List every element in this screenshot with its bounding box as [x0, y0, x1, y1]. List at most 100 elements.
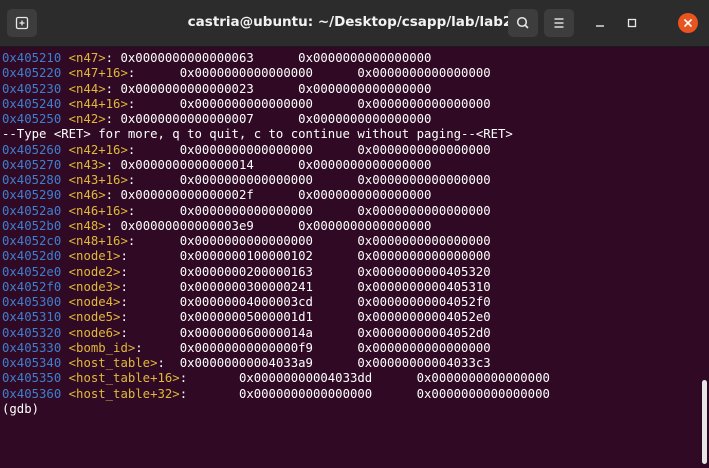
minimize-button[interactable] [590, 13, 610, 33]
value-gap [254, 158, 298, 172]
symbol-label: <bomb_id> [68, 340, 136, 355]
memory-value: 0x00000000004033a9 [179, 356, 313, 370]
label-separator: : [179, 386, 239, 401]
symbol-label: <n48+16> [68, 234, 128, 248]
symbol-label: <node1> [68, 249, 121, 264]
memory-address: 0x405220 [2, 66, 62, 81]
label-separator: : [120, 310, 180, 325]
memory-dump-line: 0x405340 <host_table>: 0x00000000004033a… [0, 356, 698, 371]
memory-value: 0x00000005000001d1 [179, 310, 313, 325]
memory-value: 0x000000000000002f [120, 188, 254, 203]
memory-address: 0x405310 [2, 310, 62, 325]
symbol-label: <n47> [68, 51, 106, 65]
memory-value: 0x00000000004033dd [238, 371, 373, 386]
close-button[interactable] [678, 13, 698, 33]
symbol-label: <n47+16> [68, 66, 128, 81]
menu-button[interactable] [544, 9, 574, 37]
symbol-label: <n46> [68, 188, 106, 203]
symbol-label: <n43> [68, 157, 106, 172]
terminal-window: castria@ubuntu: ~/Desktop/csapp/lab/lab2 [0, 0, 709, 468]
memory-address: 0x405240 [2, 96, 62, 111]
memory-address: 0x405250 [2, 112, 62, 126]
label-separator: : [105, 81, 121, 96]
label-separator: : [127, 66, 180, 81]
terminal-scrollbar[interactable] [702, 380, 707, 464]
separator [61, 265, 68, 279]
memory-value: 0x0000000000000000 [357, 96, 491, 111]
separator [61, 234, 68, 248]
memory-value: 0x0000000000000000 [357, 173, 491, 187]
memory-address: 0x4052d0 [2, 249, 62, 264]
memory-value: 0x0000000100000102 [179, 249, 313, 264]
separator [61, 173, 68, 187]
symbol-label: <n44> [68, 81, 106, 96]
memory-dump-line: 0x405220 <n47+16>: 0x0000000000000000 0x… [0, 66, 698, 81]
label-separator: : [135, 340, 180, 355]
value-gap [372, 371, 416, 385]
label-separator: : [105, 188, 121, 203]
symbol-label: <node3> [68, 279, 121, 294]
label-separator: : [120, 295, 180, 309]
value-gap [313, 326, 357, 340]
memory-value: 0x0000000000000000 [298, 188, 432, 203]
symbol-label: <n46+16> [68, 203, 128, 218]
value-gap [254, 219, 298, 233]
memory-value: 0x0000000000405310 [357, 279, 491, 294]
symbol-label: <n43+16> [68, 173, 128, 187]
value-gap [254, 188, 298, 202]
separator [61, 326, 68, 340]
memory-value: 0x00000000004052e0 [357, 310, 491, 325]
label-separator: : [127, 234, 180, 248]
separator [61, 66, 68, 80]
memory-address: 0x4052c0 [2, 234, 62, 248]
memory-value: 0x0000000000000000 [357, 66, 491, 81]
label-separator: : [120, 264, 180, 279]
label-separator: : [120, 325, 180, 340]
symbol-label: <host_table+16> [68, 371, 180, 386]
maximize-button[interactable] [622, 13, 642, 33]
memory-address: 0x4052e0 [2, 264, 62, 279]
memory-value: 0x00000000004052d0 [357, 325, 491, 340]
memory-dump-line: 0x405290 <n46>: 0x000000000000002f 0x000… [0, 188, 698, 203]
memory-address: 0x405360 [2, 386, 62, 401]
memory-dump-line: 0x4052b0 <n48>: 0x00000000000003e9 0x000… [0, 219, 698, 234]
memory-value: 0x0000000000000014 [120, 157, 254, 172]
value-gap [254, 51, 298, 65]
separator [61, 51, 68, 65]
memory-value: 0x0000000000000000 [179, 96, 313, 111]
memory-value: 0x0000000000000000 [298, 112, 432, 126]
memory-address: 0x405330 [2, 340, 62, 355]
memory-address: 0x405230 [2, 81, 62, 96]
label-separator: : [105, 112, 121, 126]
value-gap [313, 280, 357, 294]
memory-dump-line: 0x4052f0 <node3>: 0x0000000300000241 0x0… [0, 280, 698, 295]
memory-value: 0x00000004000003cd [179, 295, 313, 309]
label-separator: : [120, 279, 180, 294]
memory-value: 0x000000060000014a [179, 325, 313, 340]
symbol-label: <node2> [68, 264, 121, 279]
memory-address: 0x4052a0 [2, 203, 62, 218]
label-separator: : [127, 142, 180, 157]
memory-dump-line: 0x405350 <host_table+16>: 0x000000000040… [0, 371, 698, 386]
label-separator: : [127, 173, 180, 187]
memory-value: 0x0000000000405320 [357, 264, 491, 279]
pager-prompt-text: --Type <RET> for more, q to quit, c to c… [2, 127, 513, 142]
memory-dump-line: 0x4052c0 <n48+16>: 0x0000000000000000 0x… [0, 234, 698, 249]
search-button[interactable] [508, 9, 538, 37]
terminal-output[interactable]: 0x405210 <n47>: 0x0000000000000063 0x000… [0, 51, 698, 468]
new-tab-button[interactable] [7, 9, 37, 37]
memory-address: 0x405280 [2, 173, 62, 187]
separator [61, 249, 68, 263]
memory-dump-line: 0x405270 <n43>: 0x0000000000000014 0x000… [0, 158, 698, 173]
memory-value: 0x00000000004052f0 [357, 295, 491, 309]
memory-dump-line: 0x405230 <n44>: 0x0000000000000023 0x000… [0, 82, 698, 97]
memory-value: 0x00000000000000f9 [179, 340, 313, 355]
memory-dump-line: 0x405300 <node4>: 0x00000004000003cd 0x0… [0, 295, 698, 310]
value-gap [313, 249, 357, 263]
memory-value: 0x0000000000000000 [298, 157, 432, 172]
separator [61, 371, 68, 385]
memory-address: 0x405260 [2, 142, 62, 157]
separator [61, 158, 68, 172]
memory-value: 0x0000000000000000 [357, 142, 491, 157]
memory-address: 0x405320 [2, 325, 62, 340]
